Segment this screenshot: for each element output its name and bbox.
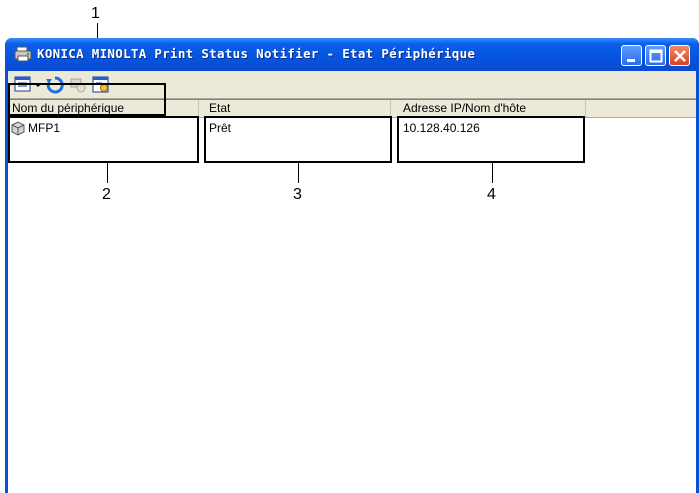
maximize-icon: [649, 49, 663, 63]
minimize-button[interactable]: [621, 45, 642, 66]
window-title: KONICA MINOLTA Print Status Notifier - E…: [37, 46, 476, 61]
callout-box-2: [8, 116, 199, 163]
callout-1: 1: [91, 5, 100, 22]
callout-2-leader: [107, 163, 108, 183]
close-icon: [674, 50, 686, 62]
title-bar[interactable]: KONICA MINOLTA Print Status Notifier - E…: [5, 38, 699, 71]
callout-4-leader: [492, 163, 493, 183]
close-button[interactable]: [669, 45, 690, 66]
column-header-address[interactable]: Adresse IP/Nom d'hôte: [399, 100, 586, 117]
callout-box-1: [8, 83, 166, 116]
callout-box-4: [397, 116, 585, 163]
callout-2: 2: [102, 186, 111, 203]
printer-app-icon: [14, 46, 32, 62]
callout-3-leader: [298, 163, 299, 183]
callout-4: 4: [487, 186, 496, 203]
callout-box-3: [204, 116, 392, 163]
column-header-status[interactable]: Etat: [205, 100, 391, 117]
callout-3: 3: [293, 186, 302, 203]
maximize-button[interactable]: [645, 45, 666, 66]
minimize-icon: [627, 59, 635, 62]
